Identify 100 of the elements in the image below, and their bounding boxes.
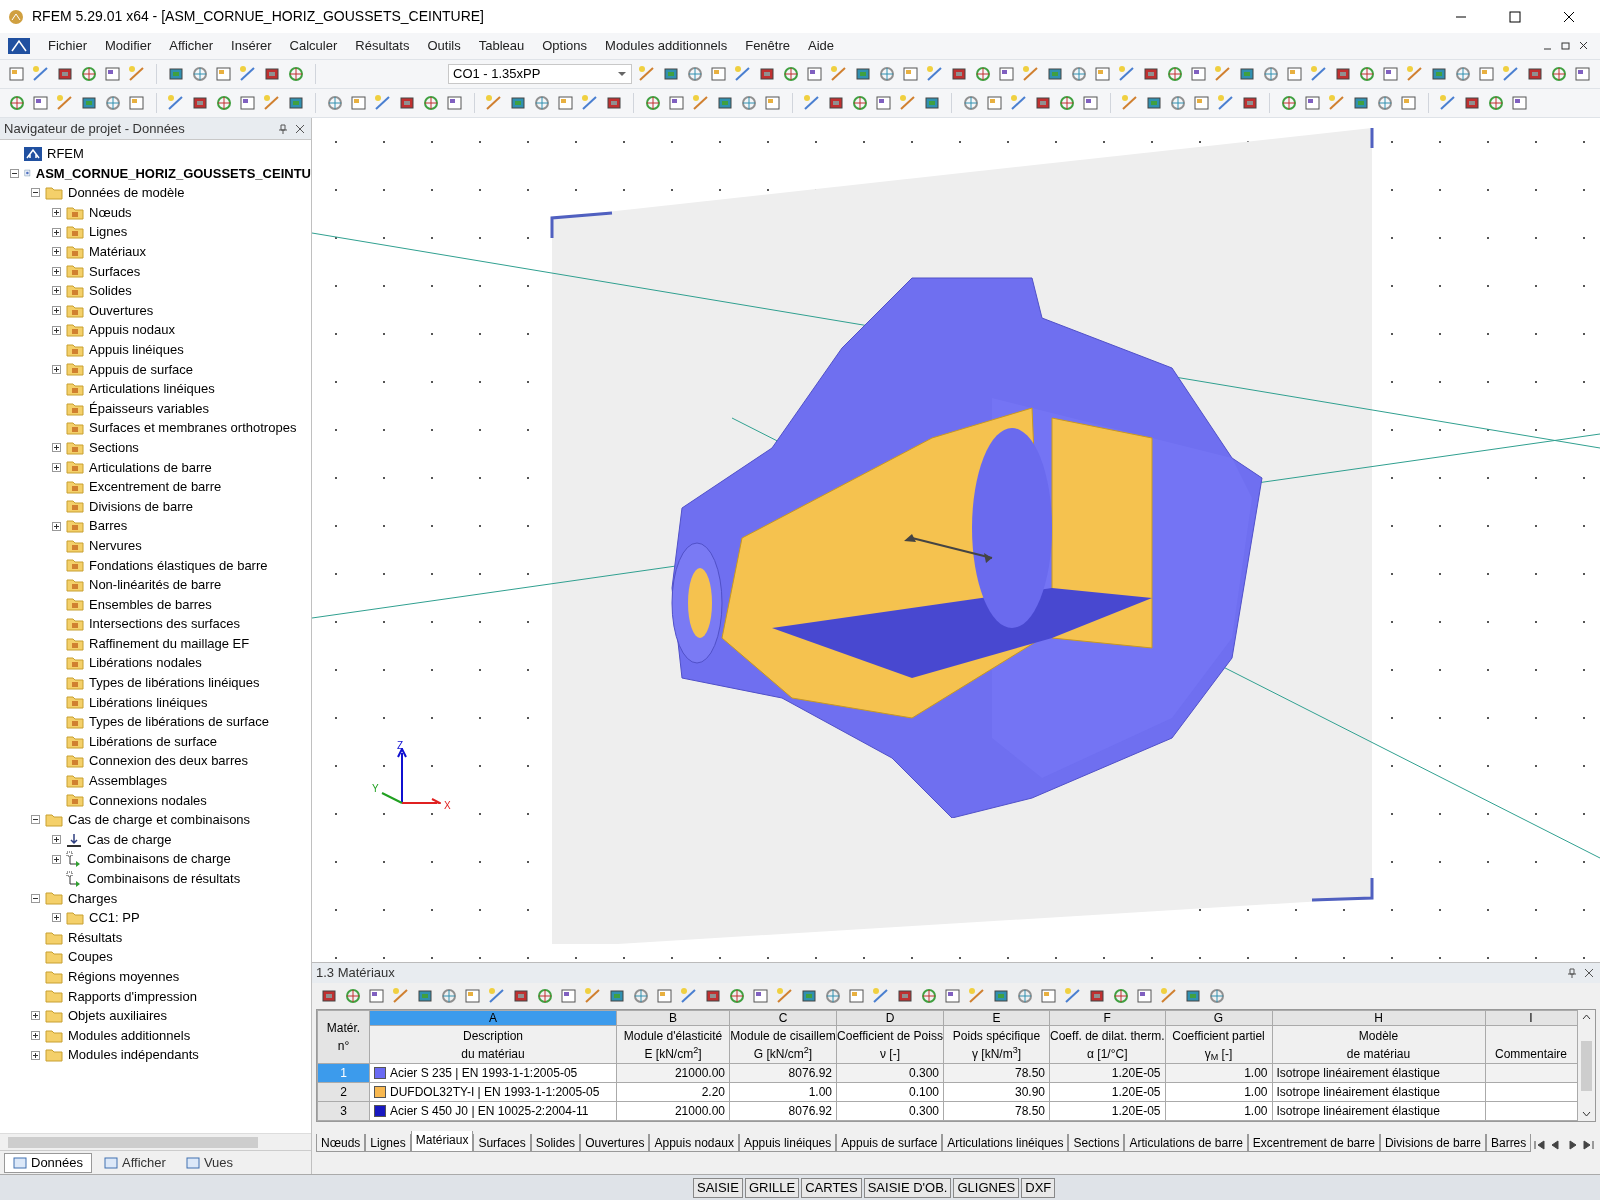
tool-icon[interactable] <box>854 65 872 83</box>
3d-viewport[interactable]: Z Y X <box>312 118 1600 962</box>
menu-item[interactable]: Insérer <box>231 36 272 56</box>
collapse-icon[interactable] <box>31 893 40 903</box>
tool-icon[interactable] <box>533 94 551 112</box>
tool-icon[interactable] <box>1310 65 1328 83</box>
tool-icon[interactable] <box>1034 94 1052 112</box>
tool-icon[interactable] <box>668 94 686 112</box>
tool-icon[interactable] <box>374 94 392 112</box>
status-toggle[interactable]: GRILLE <box>744 1177 800 1198</box>
tree-item[interactable]: Non-linéarités de barre <box>89 575 222 595</box>
tree-item[interactable]: Connexions nodales <box>89 790 207 811</box>
scroll-up-icon[interactable] <box>1581 1014 1591 1020</box>
tree-item[interactable]: Résultats <box>68 927 123 948</box>
tool-icon[interactable] <box>1070 65 1088 83</box>
tool-icon[interactable] <box>56 65 74 83</box>
tool-icon[interactable] <box>875 94 893 112</box>
menu-item[interactable]: Options <box>542 36 588 56</box>
tool-icon[interactable] <box>644 94 662 112</box>
tool-icon[interactable] <box>422 94 440 112</box>
tool-icon[interactable] <box>680 987 698 1005</box>
tree-item[interactable]: Libérations linéiques <box>89 692 208 713</box>
tool-icon[interactable] <box>32 94 50 112</box>
tool-icon[interactable] <box>104 65 122 83</box>
tool-icon[interactable] <box>1238 65 1256 83</box>
tree-item[interactable]: Rapports d'impression <box>68 986 197 1007</box>
menu-item[interactable]: Calculer <box>289 36 338 56</box>
tree-item[interactable]: Solides <box>89 281 132 301</box>
tool-icon[interactable] <box>239 94 257 112</box>
tool-icon[interactable] <box>632 987 650 1005</box>
tool-icon[interactable] <box>104 94 122 112</box>
tool-icon[interactable] <box>344 987 362 1005</box>
status-toggle[interactable]: DXF <box>1021 1177 1056 1198</box>
tree-item[interactable]: Types de libérations de surface <box>89 712 269 732</box>
tool-icon[interactable] <box>605 94 623 112</box>
expand-icon[interactable] <box>52 208 61 218</box>
tool-icon[interactable] <box>1280 94 1298 112</box>
tool-icon[interactable] <box>1358 65 1376 83</box>
tree-item[interactable]: Articulations de barre <box>89 457 212 478</box>
tool-icon[interactable] <box>923 94 941 112</box>
tool-icon[interactable] <box>1376 94 1394 112</box>
expand-icon[interactable] <box>52 266 61 276</box>
sheet-tab[interactable]: Divisions de barre <box>1379 1134 1486 1152</box>
expand-icon[interactable] <box>31 1050 40 1060</box>
navigator-tab[interactable]: Données <box>4 1152 93 1173</box>
tree-item[interactable]: Régions moyennes <box>68 967 180 987</box>
tree-item[interactable]: Raffinement du maillage EF <box>89 633 250 654</box>
collapse-icon[interactable] <box>31 815 40 825</box>
tool-icon[interactable] <box>962 94 980 112</box>
tool-icon[interactable] <box>1058 94 1076 112</box>
tree-item[interactable]: Appuis de surface <box>89 359 194 380</box>
tree-item[interactable]: Types de libérations linéiques <box>89 673 260 693</box>
sheet-tab[interactable]: Ouvertures <box>580 1134 650 1152</box>
menu-item[interactable]: Résultats <box>355 36 410 56</box>
tool-icon[interactable] <box>488 987 506 1005</box>
tree-item[interactable]: Données de modèle <box>68 183 185 203</box>
tool-icon[interactable] <box>1262 65 1280 83</box>
tool-icon[interactable] <box>1142 65 1160 83</box>
expand-icon[interactable] <box>52 462 61 472</box>
tool-icon[interactable] <box>1511 94 1529 112</box>
tool-icon[interactable] <box>851 94 869 112</box>
sheet-tab[interactable]: Lignes <box>365 1134 411 1152</box>
tree-item[interactable]: Ouvertures <box>89 300 154 321</box>
load-combo-select[interactable]: CO1 - 1.35xPP <box>448 64 632 84</box>
tool-icon[interactable] <box>239 65 257 83</box>
tool-icon[interactable] <box>1334 65 1352 83</box>
tool-icon[interactable] <box>1502 65 1520 83</box>
expand-icon[interactable] <box>52 521 61 531</box>
tool-icon[interactable] <box>398 94 416 112</box>
tree-item[interactable]: Lignes <box>89 222 128 242</box>
navigator-tab[interactable]: Afficher <box>96 1152 174 1173</box>
tree-item[interactable]: Appuis nodaux <box>89 320 175 340</box>
expand-icon[interactable] <box>52 854 61 864</box>
sheet-tab[interactable]: Sections <box>1068 1134 1125 1152</box>
tree-item[interactable]: Libérations de surface <box>89 731 217 752</box>
expand-icon[interactable] <box>52 443 61 453</box>
tree-item[interactable]: Intersections des surfaces <box>89 614 241 634</box>
tool-icon[interactable] <box>992 987 1010 1005</box>
tree-item[interactable]: Objets auxiliaires <box>68 1006 167 1026</box>
sheet-tab[interactable]: Articulations de barre <box>1124 1134 1248 1152</box>
tool-icon[interactable] <box>803 94 821 112</box>
tool-icon[interactable] <box>1118 65 1136 83</box>
status-toggle[interactable]: SAISIE D'OB. <box>863 1177 952 1198</box>
tool-icon[interactable] <box>872 987 890 1005</box>
tool-icon[interactable] <box>1574 65 1592 83</box>
tool-icon[interactable] <box>926 65 944 83</box>
tool-icon[interactable] <box>1382 65 1400 83</box>
tree-item[interactable]: Cas de charge et combinaisons <box>68 810 251 830</box>
status-toggle[interactable]: SAISIE <box>693 1177 743 1198</box>
tool-icon[interactable] <box>1550 65 1568 83</box>
tool-icon[interactable] <box>944 987 962 1005</box>
tool-icon[interactable] <box>560 987 578 1005</box>
expand-icon[interactable] <box>52 325 61 335</box>
tool-icon[interactable] <box>287 65 305 83</box>
tree-item[interactable]: Nervures <box>89 535 142 556</box>
sheet-tab[interactable]: Excentrement de barre <box>1247 1134 1380 1152</box>
menu-item[interactable]: Afficher <box>169 36 214 56</box>
tool-icon[interactable] <box>167 65 185 83</box>
expand-icon[interactable] <box>52 286 61 296</box>
tree-item[interactable]: Fondations élastiques de barre <box>89 555 268 575</box>
